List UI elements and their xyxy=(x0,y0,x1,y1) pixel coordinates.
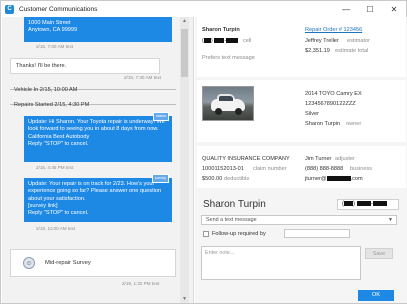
maximize-button[interactable]: ☐ xyxy=(358,1,382,17)
smiley-icon: ☺ xyxy=(23,257,35,269)
title-bar: C Customer Communications — ☐ ✕ xyxy=(1,1,406,17)
vehicle-photo xyxy=(202,86,254,121)
message-timestamp: 2/15, 7:30 AM text xyxy=(124,75,162,80)
deductible-amount: $500.00 xyxy=(202,176,223,182)
estimate-label: estimate total xyxy=(335,48,369,54)
ok-button[interactable]: OK xyxy=(358,290,394,301)
window-controls: — ☐ ✕ xyxy=(334,1,406,17)
followup-label: Follow-up required by xyxy=(212,231,266,237)
scroll-thumb[interactable] xyxy=(181,29,188,77)
vehicle-model: 2014 TOYO Camry EX xyxy=(305,91,362,97)
vehicle-owner: Sharon Turpin xyxy=(305,121,341,127)
estimate-amount: $2,351.19 xyxy=(305,48,330,54)
estimator-name: Jeffrey Treller xyxy=(305,38,339,44)
deductible-label: deductible xyxy=(224,176,250,182)
scroll-up-icon[interactable]: ▲ xyxy=(180,17,189,25)
message-line: Reply "STOP" to cancel. xyxy=(28,140,89,147)
event-divider: Repairs Started 2/15, 4:30 PM xyxy=(10,101,176,108)
survey-label: Mid-repair Survey xyxy=(45,260,91,266)
message-tag: status xyxy=(152,112,169,122)
message-tag: survey xyxy=(151,174,169,184)
event-divider: Vehicle In 2/15, 10:00 AM xyxy=(10,86,176,93)
vehicle-color: Silver xyxy=(305,111,319,117)
message-timestamp: 2/15, 4:45 PM text xyxy=(36,165,74,170)
phone-type-label: cell xyxy=(243,38,252,44)
message-line: look forward to seeing you in about 8 da… xyxy=(28,126,159,133)
conversation-scrollbar[interactable]: ▲ ▼ xyxy=(180,17,189,303)
adjuster-name: Jim Turner xyxy=(305,156,332,162)
insurance-company: QUALITY INSURANCE COMPANY xyxy=(202,156,290,162)
message-line: experience going so far? Please answer o… xyxy=(28,188,162,195)
app-logo-icon: C xyxy=(5,4,14,14)
owner-role: owner xyxy=(346,121,362,127)
outgoing-message: 1000 Main Street Anytown, CA 99999 xyxy=(24,17,172,42)
incoming-message: Thanks! I'll be there. xyxy=(10,58,160,74)
message-type-select[interactable]: Send a text message ▼ xyxy=(201,215,397,225)
divider-label: Repairs Started 2/15, 4:30 PM xyxy=(14,101,90,108)
vehicle-vin: 1234567890122ZZZ xyxy=(305,101,356,107)
adjuster-email: jturner@ .com xyxy=(305,176,363,182)
conversation-panel: 1000 Main Street Anytown, CA 99999 2/15,… xyxy=(2,17,194,303)
claim-label: claim number xyxy=(253,166,287,172)
business-label: business xyxy=(350,166,373,172)
followup-checkbox[interactable] xyxy=(203,231,209,237)
customer-card: Sharon Turpin () - cell Prefers text mes… xyxy=(197,17,406,77)
message-timestamp: 2/19, 11:00 AM text xyxy=(36,226,76,231)
note-textarea[interactable]: Enter note... xyxy=(201,246,361,280)
divider-label: Vehicle In 2/15, 10:00 AM xyxy=(14,86,78,93)
window-title: Customer Communications xyxy=(19,5,98,13)
followup-date-input[interactable] xyxy=(284,229,350,238)
outgoing-message: status Update: Hi Sharon. Your Toyota re… xyxy=(24,112,172,162)
repair-order-link[interactable]: Repair Order # 123456 xyxy=(305,27,362,33)
outgoing-message: survey Update: Your repair is on track f… xyxy=(24,174,172,222)
chevron-down-icon: ▼ xyxy=(388,217,393,223)
customer-name: Sharon Turpin xyxy=(202,27,240,33)
message-line: about your satisfaction. xyxy=(28,195,86,202)
message-line: Anytown, CA 99999 xyxy=(28,27,78,34)
estimator-role: estimator xyxy=(347,38,371,44)
scroll-down-icon[interactable]: ▼ xyxy=(180,295,189,303)
email-prefix: jturner@ xyxy=(305,176,327,182)
select-value: Send a text message xyxy=(206,217,257,223)
compose-customer-name: Sharon Turpin xyxy=(203,199,266,210)
minimize-button[interactable]: — xyxy=(334,1,358,17)
message-line: Update: Hi Sharon. Your Toyota repair is… xyxy=(28,119,165,125)
customer-phone: () - xyxy=(202,38,239,44)
vehicle-card: 2014 TOYO Camry EX 1234567890122ZZZ Silv… xyxy=(197,80,406,142)
insurance-card: QUALITY INSURANCE COMPANY 10001152013-01… xyxy=(197,146,406,188)
close-button[interactable]: ✕ xyxy=(382,1,406,17)
details-panel: Sharon Turpin () - cell Prefers text mes… xyxy=(195,17,407,303)
message-line: California Best Autobody xyxy=(28,133,90,140)
message-timestamp: 2/19, 1:32 PM text xyxy=(122,281,160,286)
customer-communications-window: C Customer Communications — ☐ ✕ 1000 Mai… xyxy=(0,0,407,304)
claim-number: 10001152013-01 xyxy=(202,166,244,172)
note-placeholder: Enter note... xyxy=(205,250,235,256)
contact-preference: Prefers text message xyxy=(202,55,255,61)
message-text: Thanks! I'll be there. xyxy=(16,63,67,69)
compose-panel: Sharon Turpin () - Send a text message ▼… xyxy=(197,192,406,287)
message-line: Update: Your repair is on track for 2/23… xyxy=(28,181,155,187)
save-button[interactable]: Save xyxy=(365,248,393,259)
message-line: Reply "STOP" to cancel. xyxy=(28,210,89,217)
message-line: [survey link] xyxy=(28,202,58,209)
message-timestamp: 2/15, 7:00 AM text xyxy=(36,44,74,49)
survey-card[interactable]: ☺ Mid-repair Survey xyxy=(10,249,176,277)
business-phone: (888) 888-8888 xyxy=(305,166,344,172)
adjuster-role: adjuster xyxy=(335,156,355,162)
compose-phone: () - xyxy=(337,199,399,210)
message-line: 1000 Main Street xyxy=(28,20,71,26)
